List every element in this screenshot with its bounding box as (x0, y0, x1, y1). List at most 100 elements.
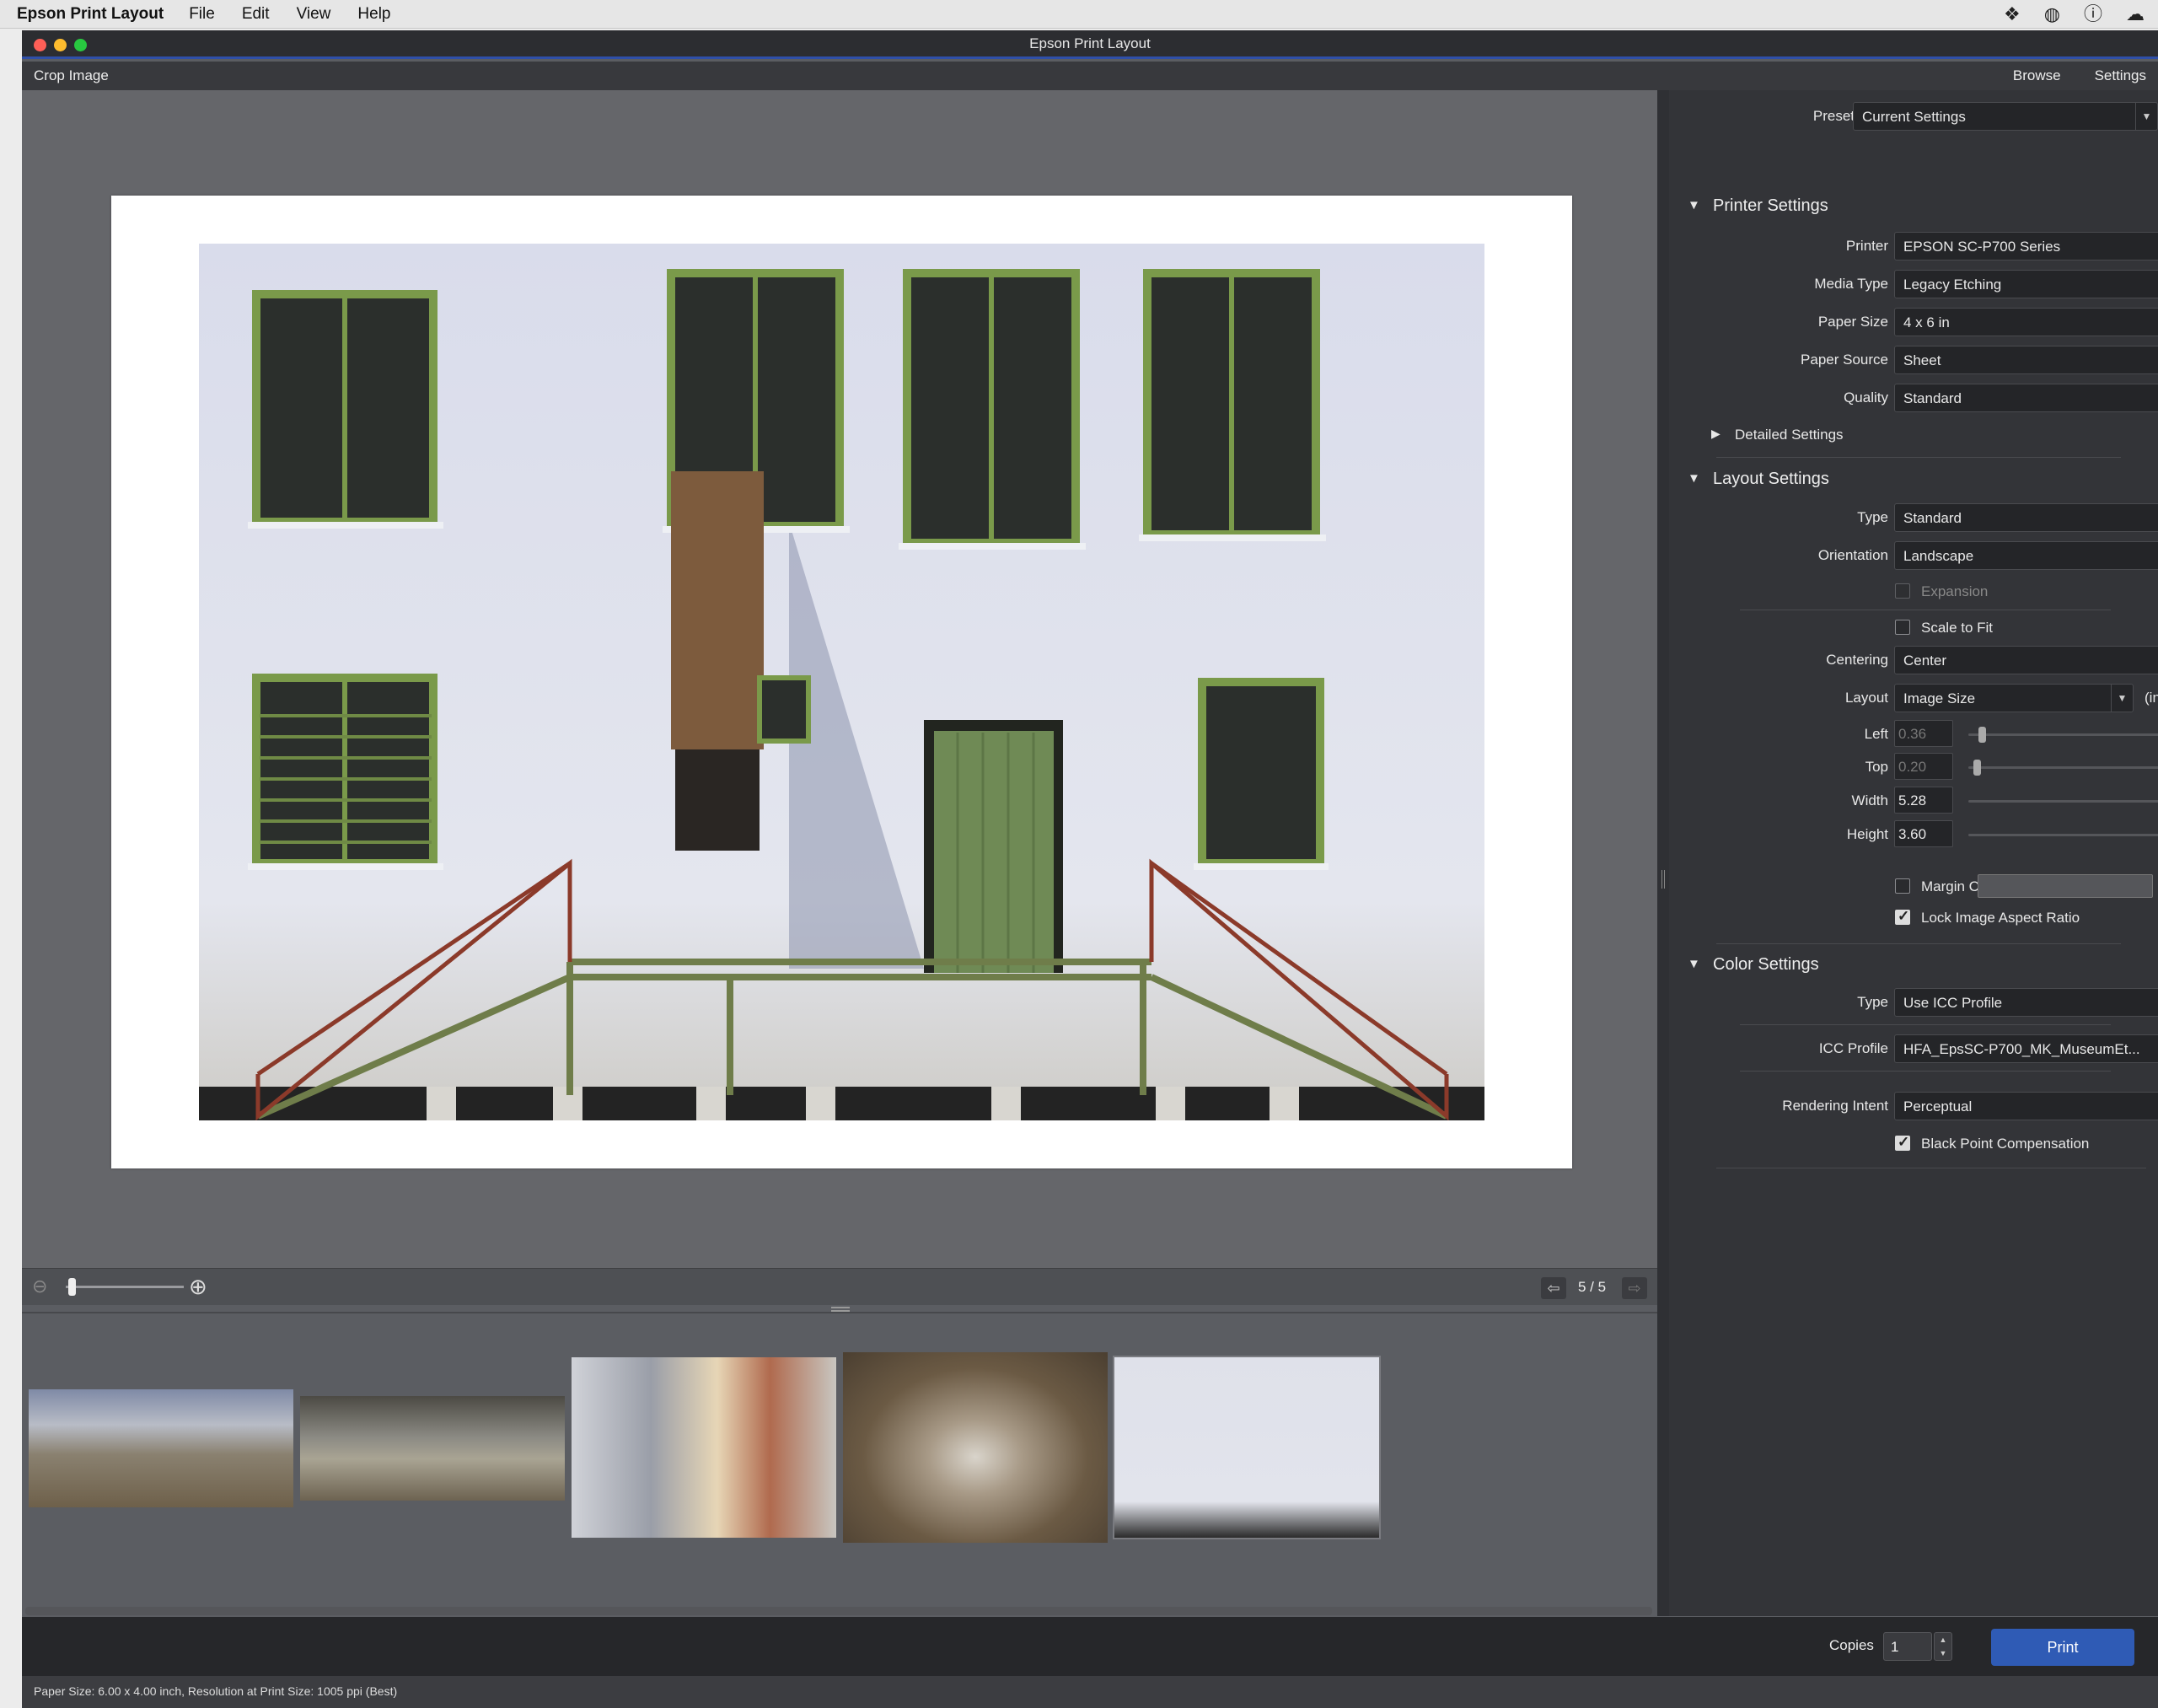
paper-sheet (111, 196, 1572, 1168)
filmstrip-scrollbar[interactable] (25, 1607, 1652, 1615)
media-type-select[interactable]: Legacy Etching▼ (1894, 270, 2158, 298)
thumbnail-1[interactable] (29, 1389, 293, 1507)
centering-select[interactable]: Center▼ (1894, 646, 2158, 674)
top-input[interactable]: 0.20 (1894, 753, 1953, 780)
preset-select[interactable]: Current Settings ▼ (1853, 102, 2158, 131)
height-label: Height (1846, 826, 1888, 842)
menu-file[interactable]: File (189, 5, 215, 24)
black-point-compensation-label: Black Point Compensation (1921, 1136, 2090, 1152)
orientation-select[interactable]: Landscape▼ (1894, 541, 2158, 570)
height-input[interactable]: 3.60 (1894, 820, 1953, 847)
copies-input[interactable]: 1 (1883, 1632, 1932, 1661)
system-menubar: Epson Print Layout File Edit View Help ❖… (0, 0, 2158, 29)
detailed-settings-toggle[interactable]: ▶ Detailed Settings (1669, 421, 2158, 449)
disclosure-down-icon: ▼ (1688, 957, 1700, 971)
copies-stepper[interactable]: ▲ ▼ (1934, 1632, 1952, 1661)
scale-to-fit-checkbox[interactable] (1895, 620, 1910, 635)
thumbnail-2[interactable] (300, 1396, 565, 1501)
crop-image-button[interactable]: Crop Image (34, 67, 109, 84)
width-slider[interactable] (1968, 800, 2158, 803)
centering-label: Centering (1826, 652, 1888, 668)
printer-settings-header[interactable]: ▼ Printer Settings (1669, 191, 2158, 222)
color-type-select[interactable]: Use ICC Profile▼ (1894, 988, 2158, 1017)
top-slider[interactable] (1968, 760, 2158, 776)
layout-type-select[interactable]: Standard▼ (1894, 503, 2158, 532)
previous-image-button[interactable]: ⇦ (1541, 1277, 1566, 1299)
print-button[interactable]: Print (1991, 1629, 2134, 1666)
menu-help[interactable]: Help (357, 5, 390, 24)
quality-select[interactable]: Standard▼ (1894, 384, 2158, 412)
bottom-bar: Copies 1 ▲ ▼ Print (22, 1617, 2158, 1676)
globe-icon[interactable]: ◍ (2044, 3, 2060, 25)
rendering-intent-label: Rendering Intent (1782, 1098, 1888, 1114)
layout-settings-header[interactable]: ▼ Layout Settings (1669, 465, 2158, 495)
building-photo-image (199, 244, 1484, 1120)
top-label: Top (1865, 759, 1888, 775)
disclosure-down-icon: ▼ (1688, 198, 1700, 212)
icc-profile-label: ICC Profile (1818, 1040, 1888, 1056)
margin-color-checkbox[interactable] (1895, 878, 1910, 894)
settings-panel: Preset Current Settings ▼ ▼ Printer Settin… (1669, 90, 2158, 1616)
zoom-bar: ⊖ ⊕ ⇦ 5 / 5 ⇨ (22, 1268, 1657, 1305)
zoom-out-icon[interactable]: ⊖ (32, 1276, 47, 1297)
window-titlebar: Epson Print Layout (22, 30, 2158, 59)
settings-button[interactable]: Settings (2095, 67, 2146, 84)
icc-profile-select[interactable]: HFA_EpsSC-P700_MK_MuseumEt...▼ (1894, 1034, 2158, 1063)
layout-type-label: Type (1857, 509, 1888, 525)
thumbnail-4[interactable] (843, 1352, 1108, 1543)
printer-select[interactable]: EPSON SC-P700 Series▼ (1894, 232, 2158, 260)
status-icons: ❖ ◍ ⓘ ☁ (2004, 3, 2145, 25)
filmstrip (22, 1312, 1657, 1617)
height-slider[interactable] (1968, 834, 2158, 836)
left-label: Left (1864, 726, 1888, 742)
orientation-label: Orientation (1817, 547, 1888, 563)
zoom-window-button[interactable] (74, 39, 87, 51)
zoom-slider-knob[interactable] (67, 1278, 76, 1296)
menu-edit[interactable]: Edit (242, 5, 270, 24)
paper-size-select[interactable]: 4 x 6 in▼ (1894, 308, 2158, 336)
thumbnail-3[interactable] (572, 1357, 836, 1538)
thumbnail-5-selected[interactable] (1113, 1356, 1381, 1539)
top-slider-knob[interactable] (1973, 760, 1981, 776)
copies-label: Copies (1829, 1637, 1874, 1653)
info-circle-icon[interactable]: ⓘ (2084, 3, 2102, 25)
margin-color-swatch[interactable] (1978, 874, 2153, 898)
status-bar: Paper Size: 6.00 x 4.00 inch, Resolution… (22, 1676, 2158, 1708)
zoom-in-icon[interactable]: ⊕ (189, 1274, 207, 1300)
creative-cloud-icon[interactable]: ☁ (2126, 3, 2145, 25)
color-type-label: Type (1857, 994, 1888, 1010)
left-slider[interactable] (1968, 727, 2158, 743)
width-input[interactable]: 5.28 (1894, 787, 1953, 814)
status-text: Paper Size: 6.00 x 4.00 inch, Resolution… (34, 1684, 398, 1698)
app-menu[interactable]: Epson Print Layout (17, 5, 164, 24)
quality-label: Quality (1844, 389, 1888, 406)
printer-label: Printer (1845, 238, 1888, 254)
expansion-checkbox[interactable] (1895, 583, 1910, 599)
lock-aspect-checkbox[interactable] (1895, 908, 1910, 925)
menu-view[interactable]: View (297, 5, 331, 24)
layout-select[interactable]: Image Size ▼ (1894, 684, 2134, 712)
minimize-window-button[interactable] (54, 39, 67, 51)
black-point-compensation-checkbox[interactable] (1895, 1134, 1910, 1151)
paper-source-label: Paper Source (1801, 352, 1888, 368)
lock-aspect-label: Lock Image Aspect Ratio (1921, 910, 2080, 926)
unit-label: (inch) (2145, 690, 2158, 706)
close-window-button[interactable] (34, 39, 46, 51)
window-title: Epson Print Layout (1029, 35, 1151, 51)
dropbox-icon[interactable]: ❖ (2004, 3, 2021, 25)
paper-source-select[interactable]: Sheet▼ (1894, 346, 2158, 374)
browse-button[interactable]: Browse (2013, 67, 2061, 84)
width-label: Width (1851, 792, 1888, 808)
chevron-down-icon: ▼ (2135, 103, 2157, 130)
preview-photo[interactable] (199, 244, 1484, 1120)
panel-divider[interactable] (1657, 90, 1669, 1616)
left-slider-knob[interactable] (1978, 727, 1986, 743)
scale-to-fit-label: Scale to Fit (1921, 620, 1994, 636)
paper-size-label: Paper Size (1817, 314, 1888, 330)
left-input[interactable]: 0.36 (1894, 720, 1953, 747)
rendering-intent-select[interactable]: Perceptual▼ (1894, 1092, 2158, 1120)
zoom-slider[interactable] (66, 1278, 184, 1296)
next-image-button[interactable]: ⇨ (1622, 1277, 1647, 1299)
color-settings-header[interactable]: ▼ Color Settings (1669, 950, 2158, 980)
disclosure-down-icon: ▼ (1688, 471, 1700, 486)
